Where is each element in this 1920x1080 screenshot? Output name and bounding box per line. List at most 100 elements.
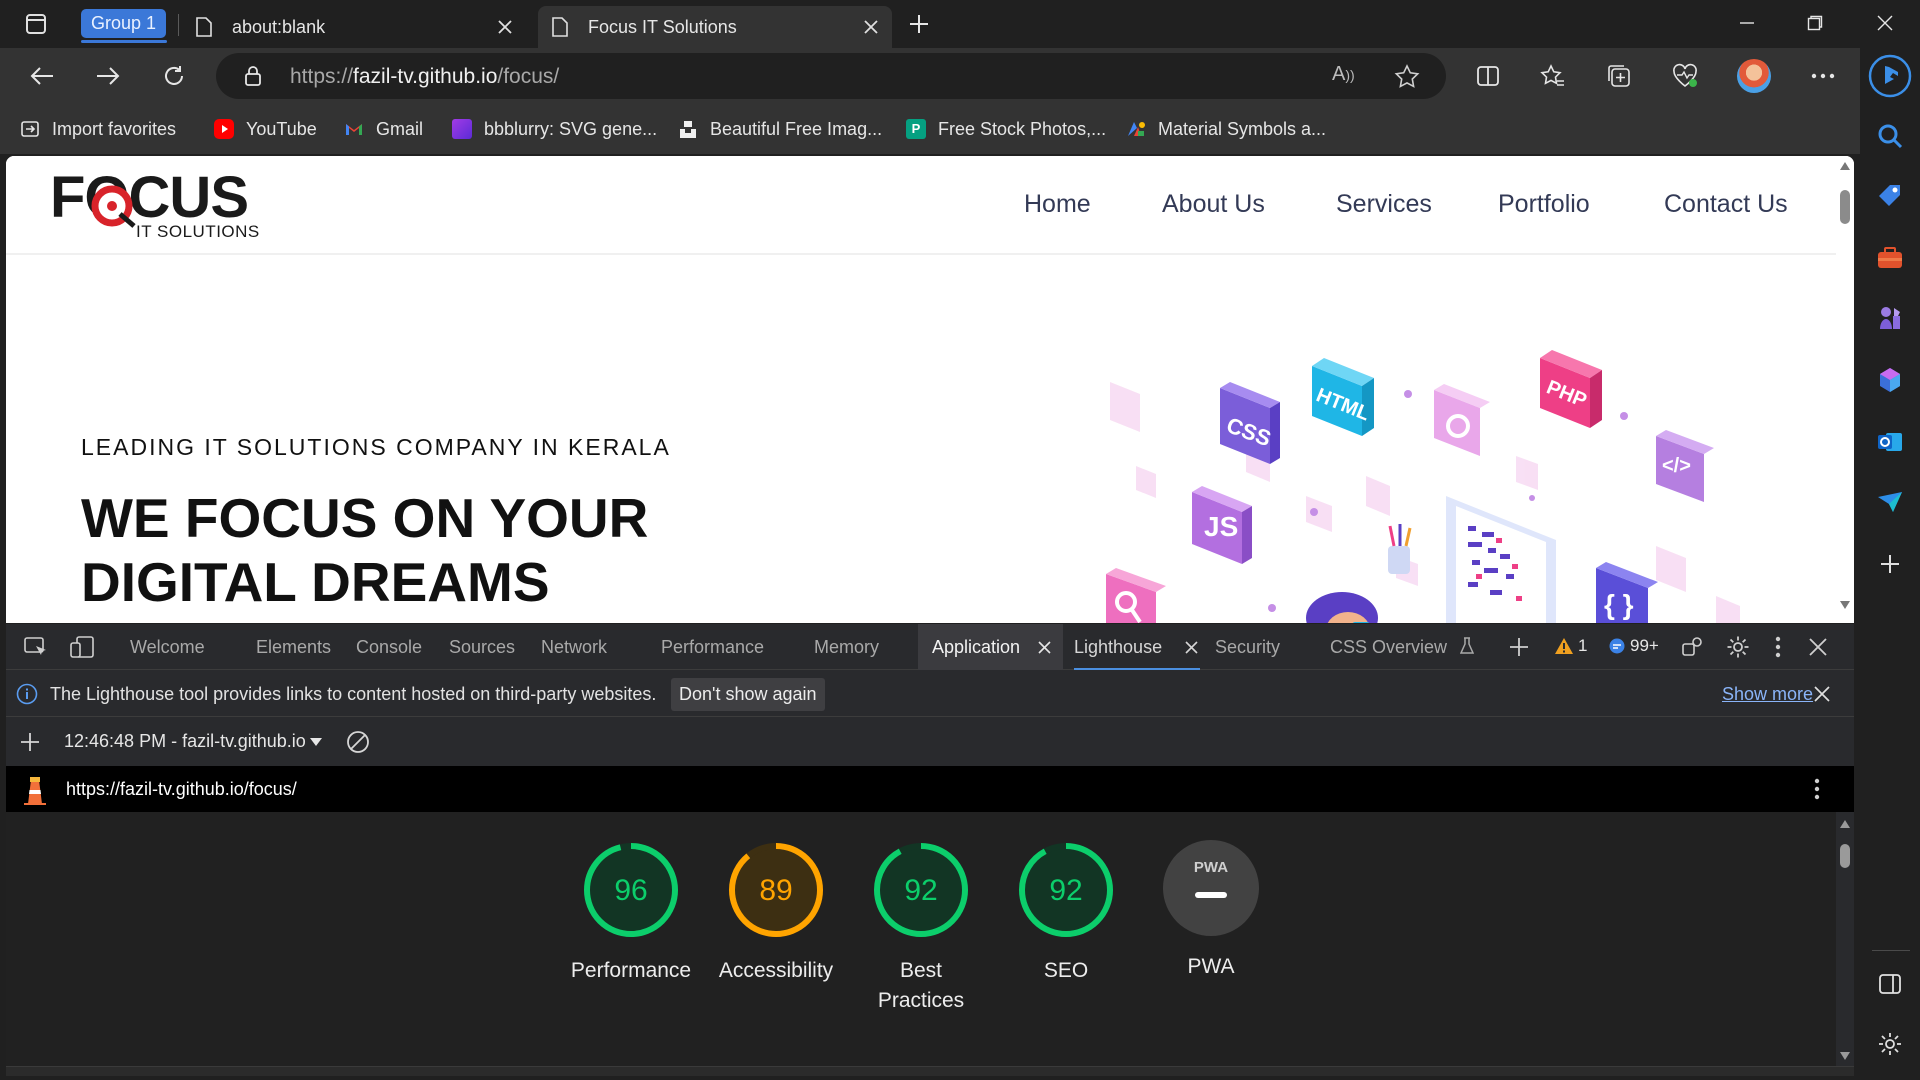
devtools-tab-security[interactable]: Security (1215, 624, 1280, 670)
close-tab-icon[interactable] (1038, 641, 1051, 654)
bing-copilot-icon[interactable] (1868, 54, 1912, 98)
close-tab-icon[interactable] (860, 16, 882, 38)
devtools-tab-performance[interactable]: Performance (661, 624, 764, 670)
gauge-accessibility[interactable]: 89 Accessibility (701, 840, 851, 986)
monitor (1446, 496, 1556, 623)
tab-group-chip[interactable]: Group 1 (81, 9, 167, 38)
show-more-link[interactable]: Show more (1722, 684, 1813, 705)
games-chess-icon[interactable] (1874, 302, 1906, 334)
more-menu-icon[interactable] (1805, 58, 1841, 94)
devtools-tab-application[interactable]: Application (918, 624, 1063, 670)
read-aloud-icon[interactable]: A)) (1332, 63, 1355, 86)
outlook-icon[interactable] (1874, 426, 1906, 458)
devtools-tab-network[interactable]: Network (541, 624, 607, 670)
nav-home[interactable]: Home (1024, 190, 1091, 219)
report-scrollbar-thumb[interactable] (1840, 844, 1850, 868)
shopping-tag-icon[interactable] (1874, 180, 1906, 212)
restore-icon[interactable] (1782, 0, 1848, 46)
warnings-indicator[interactable]: 1 (1554, 636, 1587, 656)
warnings-count: 1 (1578, 636, 1588, 655)
close-tab-icon[interactable] (494, 16, 516, 38)
unsplash-icon (680, 121, 696, 138)
add-sidebar-app-icon[interactable] (1874, 548, 1906, 580)
microsoft-365-icon[interactable] (1874, 364, 1906, 396)
browser-essentials-icon[interactable] (1667, 58, 1703, 94)
report-url[interactable]: https://fazil-tv.github.io/focus/ (66, 779, 297, 800)
devtools-tab-memory[interactable]: Memory (814, 624, 879, 670)
sidebar-settings-icon[interactable] (1874, 1028, 1906, 1060)
js-tile-label: JS (1204, 511, 1238, 542)
gauge-performance[interactable]: 96 Performance (556, 840, 706, 986)
bookmark-pexels[interactable]: P Free Stock Photos,... (906, 116, 1106, 142)
bookmark-material-symbols[interactable]: Material Symbols a... (1126, 116, 1326, 142)
bookmarks-bar: Import favorites YouTube Gmail bbblurry:… (0, 104, 1860, 154)
close-tab-icon[interactable] (1185, 641, 1198, 654)
bookmark-import-favorites[interactable]: Import favorites (20, 116, 176, 142)
tools-briefcase-icon[interactable] (1874, 242, 1906, 274)
lighthouse-logo-icon (24, 777, 46, 805)
tab-actions-icon[interactable] (20, 8, 52, 40)
page-scrollbar[interactable] (1836, 156, 1854, 623)
close-window-icon[interactable] (1852, 0, 1918, 46)
clear-all-icon[interactable] (346, 730, 370, 754)
bookmark-youtube[interactable]: YouTube (214, 116, 317, 142)
favorites-icon[interactable] (1535, 58, 1571, 94)
lighthouse-toolbar: 12:46:48 PM - fazil-tv.github.io (6, 718, 1854, 765)
devtools-more-icon[interactable] (1762, 631, 1794, 663)
gauge-best-practices[interactable]: 92 Best Practices (846, 840, 996, 1016)
back-icon[interactable] (24, 58, 60, 94)
split-screen-icon[interactable] (1470, 58, 1506, 94)
bookmark-gmail[interactable]: Gmail (344, 116, 423, 142)
nav-contact-us[interactable]: Contact Us (1664, 190, 1788, 219)
devtools-tab-css-overview[interactable]: CSS Overview (1330, 624, 1475, 670)
bookmark-bbblurry[interactable]: bbblurry: SVG gene... (452, 116, 657, 142)
tab-about-blank[interactable]: about:blank (182, 6, 526, 48)
more-tools-plus-icon[interactable] (1503, 631, 1535, 663)
new-tab-icon[interactable] (903, 8, 935, 40)
gauge-seo[interactable]: 92 SEO (991, 840, 1141, 986)
pwa-badge-icon: PWA (1163, 840, 1259, 936)
device-emulation-icon[interactable] (66, 631, 98, 663)
devtools-tab-welcome[interactable]: Welcome (130, 624, 205, 670)
nav-about-us[interactable]: About Us (1162, 190, 1265, 219)
new-report-plus-icon[interactable] (20, 732, 40, 752)
devtools-tab-elements[interactable]: Elements (256, 624, 331, 670)
devtools-settings-icon[interactable] (1722, 631, 1754, 663)
dont-show-again-button[interactable]: Don't show again (671, 678, 825, 711)
messages-indicator[interactable]: 99+ (1608, 636, 1659, 656)
hero-title-line: WE FOCUS ON YOUR (81, 487, 649, 549)
collections-icon[interactable] (1601, 58, 1637, 94)
hide-sidebar-icon[interactable] (1874, 968, 1906, 1000)
gauge-pwa[interactable]: PWA PWA (1136, 840, 1286, 982)
devtools-tab-console[interactable]: Console (356, 624, 422, 670)
tab-title: Focus IT Solutions (588, 16, 737, 37)
inspect-element-icon[interactable] (20, 631, 52, 663)
devtools-tab-lighthouse[interactable]: Lighthouse (1074, 624, 1200, 670)
page-scrollbar-thumb[interactable] (1840, 190, 1850, 224)
url-text[interactable]: https://fazil-tv.github.io/focus/ (290, 65, 559, 89)
hero-title-line: DIGITAL DREAMS (81, 551, 550, 613)
tab-focus-it-solutions[interactable]: Focus IT Solutions (538, 6, 892, 48)
favorite-star-icon[interactable] (1394, 64, 1420, 88)
close-infobar-icon[interactable] (1814, 686, 1830, 702)
nav-portfolio[interactable]: Portfolio (1498, 190, 1590, 219)
search-icon[interactable] (1874, 120, 1906, 152)
address-bar[interactable]: https://fazil-tv.github.io/focus/ A)) (216, 53, 1446, 99)
forward-icon[interactable] (90, 58, 126, 94)
customize-devtools-icon[interactable] (1676, 631, 1708, 663)
nav-services[interactable]: Services (1336, 190, 1432, 219)
profile-avatar[interactable] (1736, 58, 1772, 94)
minimize-icon[interactable] (1714, 0, 1780, 46)
lock-icon[interactable] (244, 65, 262, 87)
close-devtools-icon[interactable] (1802, 631, 1834, 663)
site-logo[interactable]: FOCUS (50, 164, 249, 231)
score-ring: 96 (584, 843, 678, 937)
devtools-tab-sources[interactable]: Sources (449, 624, 515, 670)
report-selector[interactable]: 12:46:48 PM - fazil-tv.github.io (64, 731, 322, 752)
send-drop-icon[interactable] (1874, 486, 1906, 518)
report-menu-icon[interactable] (1814, 778, 1820, 800)
bookmark-unsplash[interactable]: Beautiful Free Imag... (678, 116, 882, 142)
refresh-icon[interactable] (156, 58, 192, 94)
report-scrollbar[interactable] (1836, 812, 1854, 1066)
browser-toolbar: https://fazil-tv.github.io/focus/ A)) (0, 48, 1920, 104)
